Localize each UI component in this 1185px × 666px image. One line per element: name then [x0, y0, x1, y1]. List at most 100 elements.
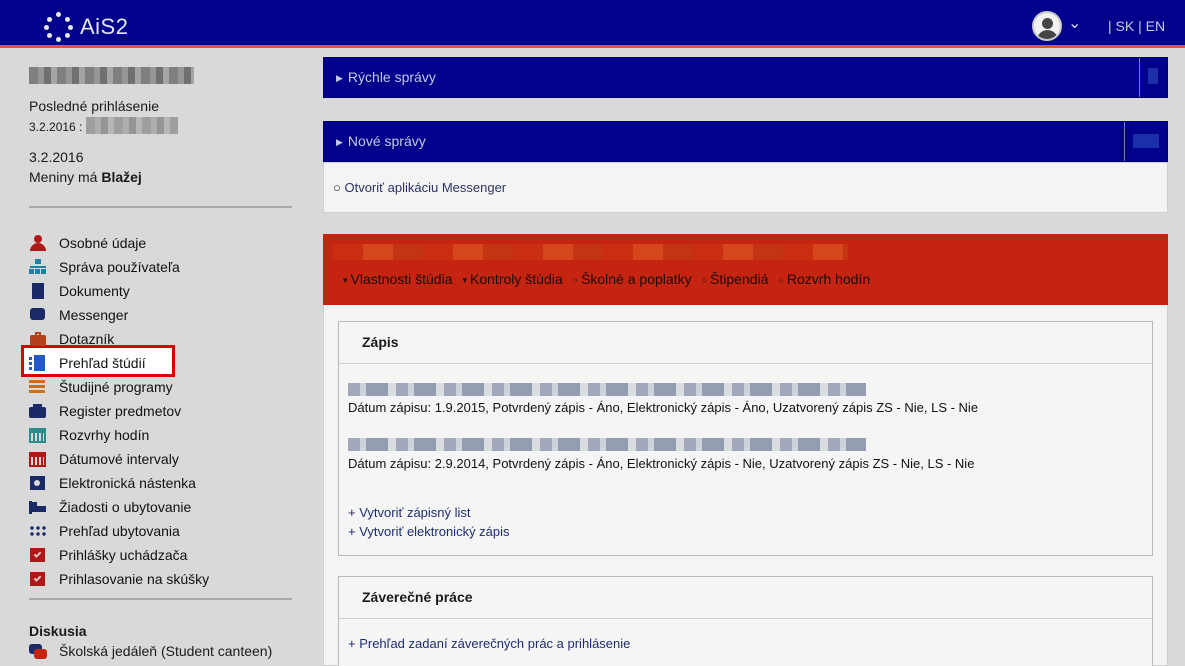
last-login-date: 3.2.2016 : [29, 120, 83, 134]
sidebar-item-label: Prehľad ubytovania [59, 523, 180, 539]
sidebar-item-label: Prehľad štúdií [59, 355, 146, 371]
grid-dots-icon [29, 523, 47, 539]
sidebar: Posledné prihlásenie 3.2.2016 : 3.2.2016… [0, 51, 310, 666]
document-icon [29, 283, 47, 299]
sidebar-item-canteen[interactable]: Školská jedáleň (Student canteen) [29, 643, 272, 659]
sidebar-item-label: Dokumenty [59, 283, 130, 299]
language-switcher: | SK | EN [1108, 18, 1165, 34]
sidebar-item[interactable]: Messenger [29, 303, 209, 327]
sidebar-item-label: Register predmetov [59, 403, 182, 419]
enrollment-title: Zápis [339, 322, 1152, 364]
sidebar-item-label: Správa používateľa [59, 259, 180, 275]
sidebar-item-label: Elektronická nástenka [59, 475, 196, 491]
new-messages-body: ○ Otvoriť aplikáciu Messenger [323, 162, 1168, 213]
sidebar-item-label: Rozvrhy hodín [59, 427, 150, 443]
messenger-link-label: Otvoriť aplikáciu Messenger [344, 180, 507, 195]
study-links: ▾ Vlastnosti štúdia ▾ Kontroly štúdia ○ Školn… [343, 271, 870, 287]
checkbox-icon [29, 571, 47, 587]
sidebar-item[interactable]: Prihlasovanie na skúšky [29, 567, 209, 591]
today-date: 3.2.2016 [29, 149, 84, 165]
study-link[interactable]: ○ Štipendiá [702, 271, 769, 287]
divider [29, 206, 292, 208]
studies-icon [29, 355, 47, 371]
caret-right-icon: ▶ [336, 136, 343, 147]
enrollment-box: Zápis Dátum zápisu: 1.9.2015, Potvrdený … [338, 321, 1153, 556]
study-header: ▾ Vlastnosti štúdia ▾ Kontroly štúdia ○ Školn… [323, 234, 1168, 305]
sidebar-item[interactable]: Dátumové intervaly [29, 447, 209, 471]
briefcase-icon [29, 331, 47, 347]
messenger-link[interactable]: ○ Otvoriť aplikáciu Messenger [333, 180, 506, 195]
create-enrollment-sheet-link[interactable]: + Vytvoriť zápisný list [348, 505, 471, 520]
sidebar-item[interactable]: Žiadosti o ubytovanie [29, 495, 209, 519]
sidebar-item[interactable]: Študijné programy [29, 375, 209, 399]
new-messages-title[interactable]: ▶ Nové správy [336, 133, 426, 149]
lang-en-link[interactable]: EN [1146, 18, 1165, 34]
new-messages-label: Nové správy [347, 133, 426, 149]
sidebar-item[interactable]: Dokumenty [29, 279, 209, 303]
bullet-circle-icon: ○ [572, 275, 579, 286]
sidebar-item[interactable]: Osobné údaje [29, 231, 209, 255]
sidebar-item[interactable]: Prehľad ubytovania [29, 519, 209, 543]
discussion-section-title: Diskusia [29, 623, 87, 639]
bed-icon [29, 499, 47, 515]
bullet-circle-icon: ○ [333, 180, 345, 195]
panel-toggle-button[interactable] [1124, 122, 1167, 161]
nameday-name: Blažej [101, 169, 142, 185]
study-link[interactable]: ▾ Vlastnosti štúdia [343, 271, 452, 287]
sidebar-item-label: Dotazník [59, 331, 115, 347]
noticeboard-icon [29, 475, 47, 491]
study-link-label: Kontroly štúdia [470, 271, 563, 287]
lang-sk-link[interactable]: SK [1116, 18, 1135, 34]
study-link-label: Štipendiá [710, 271, 769, 287]
sidebar-item[interactable]: Elektronická nástenka [29, 471, 209, 495]
sidebar-item[interactable]: Prehľad štúdií [29, 351, 209, 375]
enrollment-row: Dátum zápisu: 2.9.2014, Potvrdený zápis … [348, 456, 975, 471]
sidebar-item[interactable]: Rozvrhy hodín [29, 423, 209, 447]
chevron-down-icon[interactable]: ⌄ [1068, 13, 1081, 33]
org-chart-icon [29, 259, 47, 275]
last-login-time-redacted [86, 117, 178, 134]
lang-separator: | [1108, 18, 1112, 34]
quick-messages-label: Rýchle správy [347, 69, 436, 85]
quick-messages-title[interactable]: ▶ Rýchle správy [336, 69, 436, 85]
sidebar-menu: Osobné údaje Správa používateľa Dokumenty M… [29, 231, 209, 591]
new-messages-panel[interactable]: ▶ Nové správy [323, 121, 1168, 162]
enrollment-row: Dátum zápisu: 1.9.2015, Potvrdený zápis … [348, 400, 979, 415]
chat-icon [29, 307, 47, 323]
sidebar-item-label: Osobné údaje [59, 235, 147, 251]
quick-messages-panel[interactable]: ▶ Rýchle správy [323, 57, 1168, 98]
sidebar-item[interactable]: Register predmetov [29, 399, 209, 423]
chat-bubbles-icon [29, 643, 47, 659]
thesis-overview-link[interactable]: + Prehľad zadaní záverečných prác a prih… [348, 636, 630, 651]
sidebar-item-label: Školská jedáleň (Student canteen) [59, 643, 273, 659]
caret-down-icon: ▾ [462, 274, 468, 285]
user-name-redacted [29, 67, 194, 84]
calendar-red-icon [29, 451, 47, 467]
user-avatar[interactable] [1032, 11, 1062, 41]
sidebar-item-label: Prihlasovanie na skúšky [59, 571, 210, 587]
panel-toggle-button[interactable] [1139, 58, 1167, 97]
divider [29, 598, 292, 600]
study-link[interactable]: ▾ Kontroly štúdia [462, 271, 562, 287]
enrollment-row-redacted [348, 383, 866, 396]
checkbox-icon [29, 547, 47, 563]
sidebar-item-label: Žiadosti o ubytovanie [59, 499, 192, 515]
sidebar-item-label: Messenger [59, 307, 129, 323]
caret-down-icon: ▾ [343, 274, 348, 285]
study-link[interactable]: ○ Školné a poplatky [573, 271, 692, 287]
sidebar-item[interactable]: Dotazník [29, 327, 209, 351]
create-electronic-enrollment-link[interactable]: + Vytvoriť elektronický zápis [348, 524, 510, 539]
sidebar-item[interactable]: Správa používateľa [29, 255, 209, 279]
person-icon [29, 235, 47, 251]
study-link-label: Školné a poplatky [581, 271, 692, 287]
sidebar-item-label: Prihlášky uchádzača [59, 547, 188, 563]
list-icon [29, 379, 47, 395]
bullet-circle-icon: ○ [701, 275, 708, 286]
ais2-logo[interactable]: AiS2 [44, 12, 128, 42]
study-link[interactable]: ○ Rozvrh hodín [778, 271, 870, 287]
sidebar-item-label: Študijné programy [59, 379, 173, 395]
logo-text: AiS2 [80, 14, 129, 39]
calendar-icon [29, 427, 47, 443]
sidebar-item[interactable]: Prihlášky uchádzača [29, 543, 209, 567]
last-login-label: Posledné prihlásenie [29, 98, 159, 114]
